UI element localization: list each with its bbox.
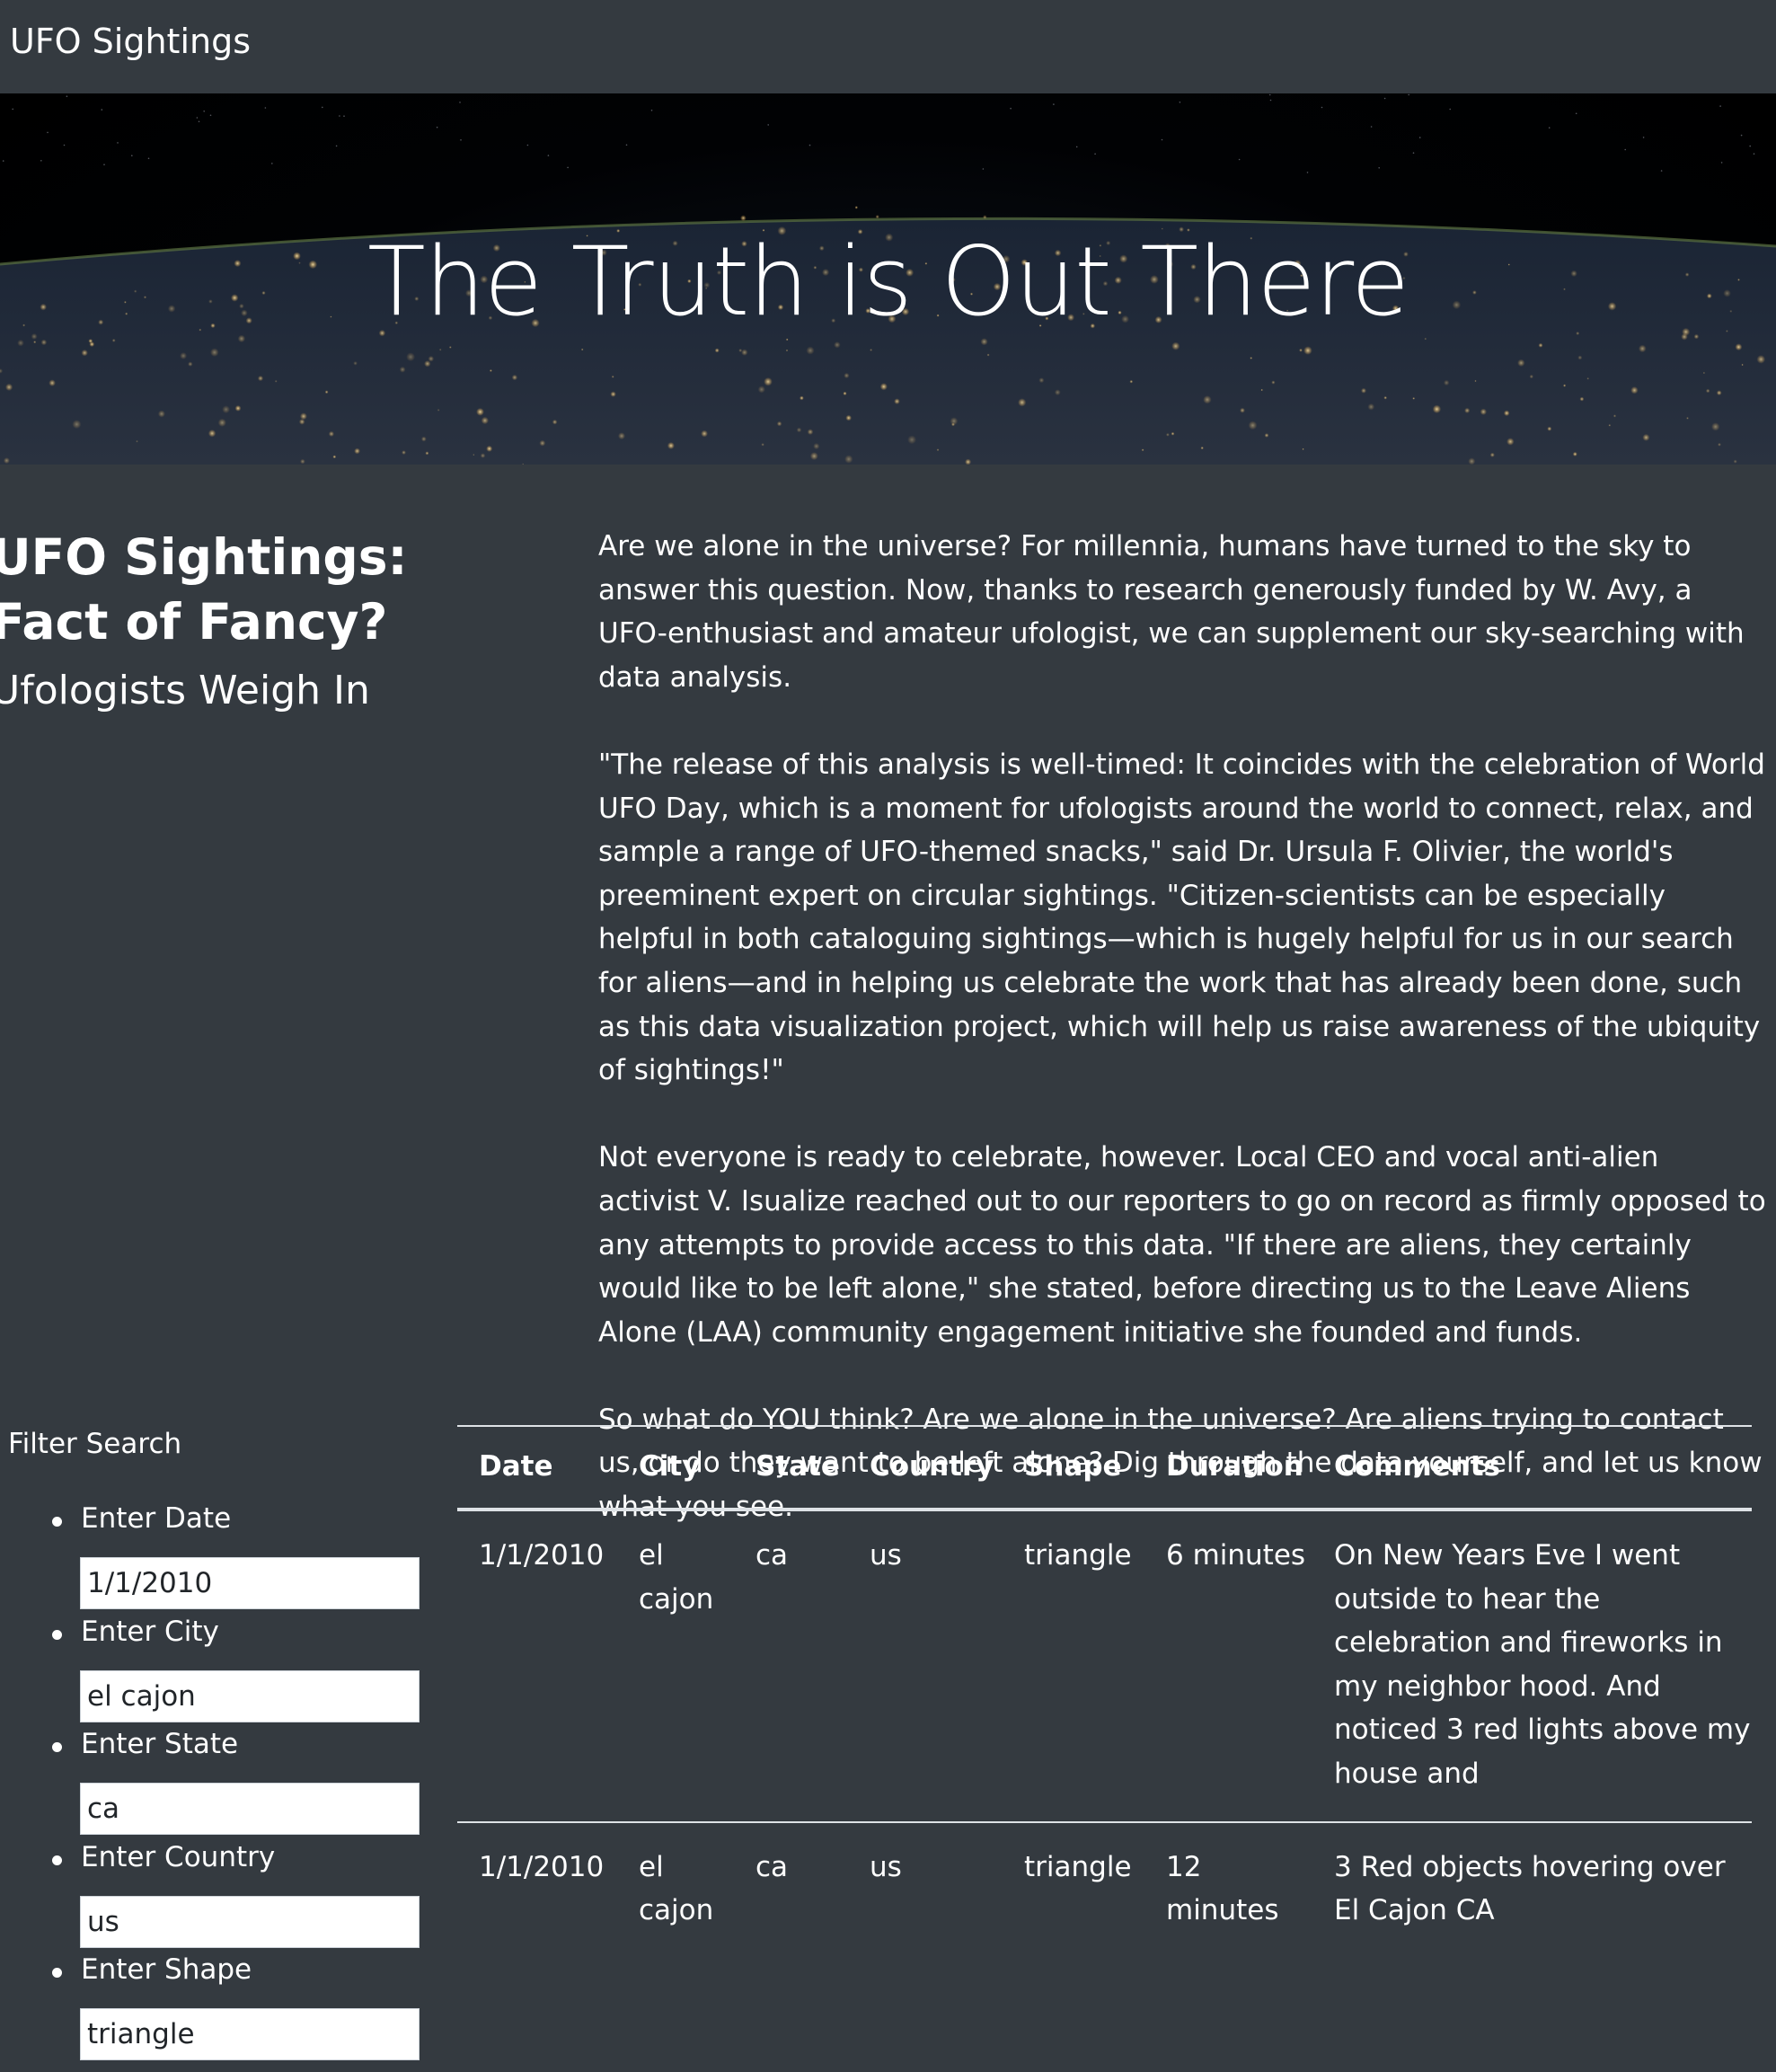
bullet-icon xyxy=(52,1629,62,1640)
filter-item-state: Enter State xyxy=(0,1722,431,1836)
cell-shape: triangle xyxy=(1024,1539,1132,1572)
filter-label-date: Enter Date xyxy=(81,1502,232,1535)
cell-duration: 12 minutes xyxy=(1144,1820,1312,1958)
filter-item-shape: Enter Shape xyxy=(0,1948,431,2061)
filter-search-title: Filter Search xyxy=(8,1428,182,1460)
column-header-state: State xyxy=(734,1425,848,1511)
column-header-comments: Comments xyxy=(1312,1425,1752,1511)
navbar-brand-link[interactable]: UFO Sightings xyxy=(10,22,251,61)
article-body: Are we alone in the universe? For millen… xyxy=(598,525,1766,1572)
filter-item-city: Enter City xyxy=(0,1610,431,1723)
date-input[interactable] xyxy=(80,1557,420,1609)
filter-label-city: Enter City xyxy=(81,1615,219,1648)
cell-date: 1/1/2010 xyxy=(479,1539,605,1572)
article-paragraph: Not everyone is ready to celebrate, howe… xyxy=(598,1141,1766,1349)
cell-city: el cajon xyxy=(639,1539,714,1616)
filter-item-country: Enter Country xyxy=(0,1836,431,1949)
bullet-icon xyxy=(52,1968,62,1978)
state-input[interactable] xyxy=(80,1783,420,1835)
hero-banner: The Truth is Out There xyxy=(0,93,1776,465)
table-header-row: Date City State Country Shape Duration C… xyxy=(457,1425,1752,1511)
cell-shape: triangle xyxy=(1003,1820,1144,1958)
column-header-shape: Shape xyxy=(1003,1425,1144,1511)
shape-input[interactable] xyxy=(80,2008,420,2060)
navbar: UFO Sightings xyxy=(0,0,1776,94)
city-input[interactable] xyxy=(80,1669,420,1722)
filter-item-date: Enter Date xyxy=(0,1497,431,1610)
article-paragraph: "The release of this analysis is well-ti… xyxy=(598,748,1765,1087)
headline-main: UFO Sightings: Fact of Fancy? xyxy=(0,528,408,651)
article-paragraph: Are we alone in the universe? For millen… xyxy=(598,530,1745,694)
table-row: 1/1/2010 el cajon ca us triangle 12 minu… xyxy=(457,1820,1752,1958)
cell-state: ca xyxy=(755,1539,789,1572)
cell-date: 1/1/2010 xyxy=(457,1820,617,1958)
cell-comments: On New Years Eve I went outside to hear … xyxy=(1334,1539,1751,1790)
bullet-icon xyxy=(52,1855,62,1865)
table-row: 1/1/2010 el cajon ca us triangle 6 minut… xyxy=(457,1510,1752,1822)
column-header-duration: Duration xyxy=(1144,1425,1312,1511)
filter-label-country: Enter Country xyxy=(81,1840,276,1873)
bullet-icon xyxy=(52,1517,62,1527)
sightings-table-container: Date City State Country Shape Duration C… xyxy=(457,1425,1752,1958)
article-headline: UFO Sightings: Fact of Fancy? Ufologists… xyxy=(0,525,512,723)
sightings-table: Date City State Country Shape Duration C… xyxy=(457,1425,1752,1958)
cell-duration: 6 minutes xyxy=(1166,1539,1306,1572)
headline-subtitle: Ufologists Weigh In xyxy=(0,668,370,713)
filter-label-shape: Enter Shape xyxy=(81,1953,252,1986)
column-header-city: City xyxy=(617,1425,734,1511)
filter-label-state: Enter State xyxy=(81,1728,239,1760)
cell-comments: 3 Red objects hovering over El Cajon CA xyxy=(1312,1820,1752,1958)
bullet-icon xyxy=(52,1742,62,1752)
cell-state: ca xyxy=(734,1820,848,1958)
hero-title: The Truth is Out There xyxy=(367,226,1409,337)
column-header-date: Date xyxy=(457,1425,617,1511)
cell-country: us xyxy=(848,1820,1003,1958)
cell-country: us xyxy=(870,1539,902,1572)
filter-list: Enter Date Enter City Enter State Enter … xyxy=(0,1497,431,2061)
country-input[interactable] xyxy=(80,1895,420,1948)
column-header-country: Country xyxy=(848,1425,1003,1511)
cell-city: el cajon xyxy=(617,1820,734,1958)
